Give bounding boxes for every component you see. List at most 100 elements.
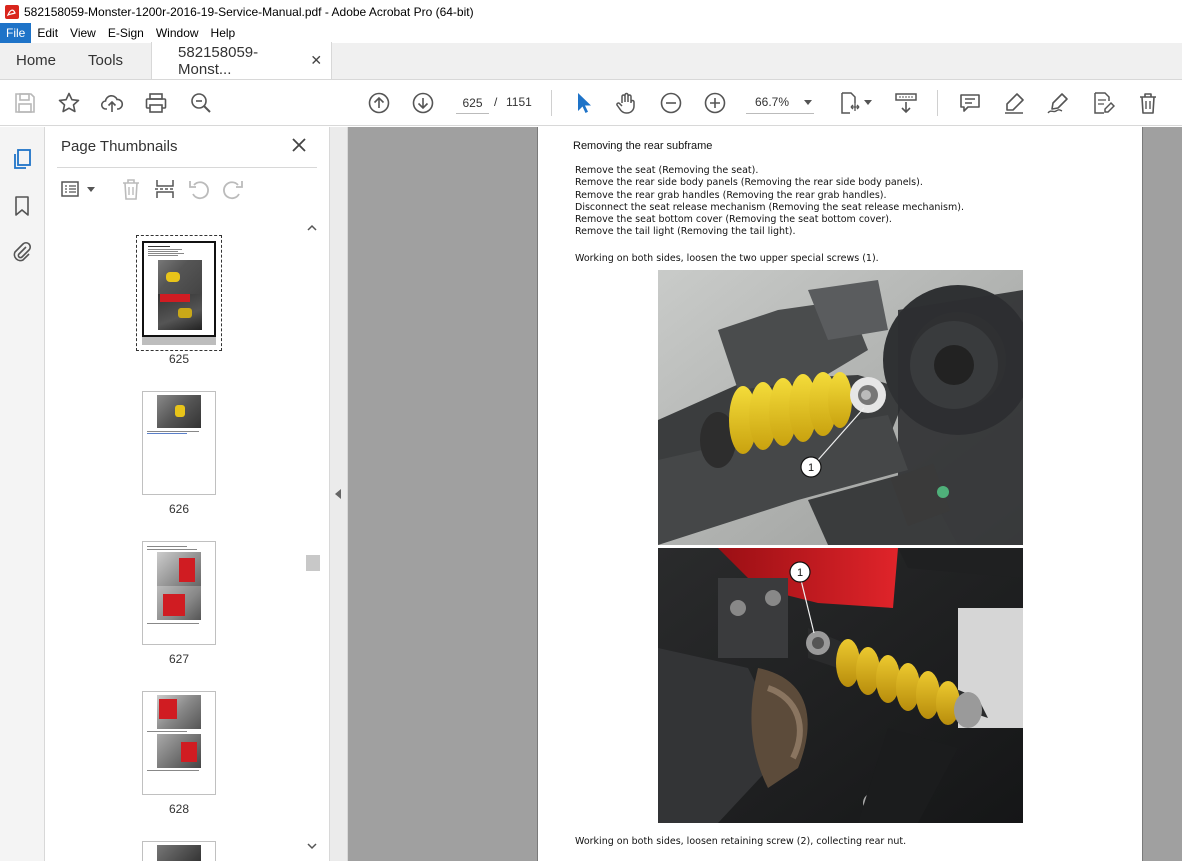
panel-divider [57,167,317,168]
title-bar: 582158059-Monster-1200r-2016-19-Service-… [0,0,1182,23]
thumbnail-view-indicator [142,337,216,345]
page-separator: / [494,95,498,109]
callout-number: 1 [797,567,803,579]
page-total: 1151 [506,95,532,109]
rotate-counterclockwise-icon[interactable] [187,177,211,201]
page-thumbnails-icon[interactable] [11,148,33,170]
step-item: Remove the rear grab handles (Removing t… [575,189,887,201]
menu-view[interactable]: View [64,23,102,43]
thumb-photo-1 [157,552,201,586]
menu-window[interactable]: Window [150,23,205,43]
collapse-arrow-icon [335,489,341,499]
scroll-mode-icon[interactable] [894,91,918,115]
hand-tool-icon[interactable] [614,91,638,115]
thumb-text-line [148,251,178,252]
step-item: Disconnect the seat release mechanism (R… [575,201,964,213]
menu-edit[interactable]: Edit [31,23,64,43]
panel-collapse-handle[interactable] [330,127,348,861]
tab-document[interactable]: 582158059-Monst... ✕ [151,42,333,79]
delete-page-icon[interactable] [119,177,143,201]
zoom-out-icon[interactable] [659,91,683,115]
tab-bar: Home Tools 582158059-Monst... ✕ [0,42,1182,80]
document-viewer[interactable]: Removing the rear subframe Remove the se… [348,127,1182,861]
tab-home[interactable]: Home [0,42,72,79]
close-tab-icon[interactable]: ✕ [310,52,322,69]
attachment-paperclip-icon[interactable] [11,241,33,263]
menu-file[interactable]: File [0,23,32,43]
zoom-search-icon[interactable] [189,91,213,115]
zoom-in-icon[interactable] [703,91,727,115]
thumbnail-629-partial[interactable] [142,841,216,861]
rotate-clockwise-icon[interactable] [221,177,245,201]
fit-page-chevron-icon[interactable] [864,100,872,105]
thumbnail-tools [45,177,330,203]
menu-esign[interactable]: E-Sign [102,23,150,43]
select-cursor-icon[interactable] [572,91,596,115]
scroll-up-icon[interactable] [307,223,317,233]
scrollbar-thumb[interactable] [306,555,320,571]
fit-page-icon[interactable] [838,91,862,115]
sign-icon[interactable] [1046,91,1070,115]
page-thumbnails-panel: Page Thumbnails 625 626 627 628 [45,127,330,861]
thumbnail-page [142,691,216,795]
zoom-level-dropdown[interactable]: 66.7% [746,92,814,114]
thumb-photo [157,395,201,428]
toolbar-divider [551,90,552,116]
extract-page-icon[interactable] [153,177,177,201]
thumbnail-label: 627 [168,652,190,666]
highlight-pen-icon[interactable] [1002,91,1026,115]
step-item: Remove the seat (Removing the seat). [575,165,759,176]
step-list: Remove the seat (Removing the seat). Rem… [575,165,964,239]
step-item: Remove the rear side body panels (Removi… [575,177,923,189]
print-icon[interactable] [144,91,168,115]
next-page-icon[interactable] [411,91,435,115]
save-icon[interactable] [13,91,37,115]
bookmark-icon[interactable] [11,195,33,217]
thumb-text-line [148,246,170,247]
toolbar-divider [937,90,938,116]
thumb-photo-2 [157,734,201,768]
thumb-photo-2 [158,294,202,330]
options-chevron-icon[interactable] [87,187,95,192]
thumb-text-line [147,549,197,550]
thumb-text-line [147,431,199,432]
thumb-text-line [148,253,184,254]
thumb-text-line [147,770,199,771]
window-title: 582158059-Monster-1200r-2016-19-Service-… [24,4,474,19]
tab-document-label: 582158059-Monst... [178,43,259,78]
pdf-page: Removing the rear subframe Remove the se… [537,127,1143,861]
thumbnail-page [142,391,216,495]
menu-bar: File Edit View E-Sign Window Help [0,23,1182,43]
star-icon[interactable] [57,91,81,115]
thumb-photo-2 [157,586,201,620]
close-panel-icon[interactable] [290,136,308,154]
photo-shock-absorber-lower: 1 [658,548,1023,823]
thumb-photo-1 [157,695,201,729]
left-navigation-rail [0,127,45,861]
delete-icon[interactable] [1136,91,1160,115]
acrobat-logo-icon [5,4,19,19]
scroll-down-icon[interactable] [307,841,317,851]
instruction-note: Working on both sides, loosen the two up… [575,253,879,264]
previous-page-icon[interactable] [367,91,391,115]
thumb-text-line [147,623,199,624]
cloud-upload-icon[interactable] [100,91,124,115]
thumb-text-line [148,249,182,250]
page-number-input[interactable] [456,92,489,114]
thumb-photo-1 [158,260,202,294]
thumb-text-line [147,546,187,547]
thumbnail-scrollbar[interactable] [303,217,321,857]
thumb-text-line [148,255,178,256]
edit-pdf-icon[interactable] [1091,91,1116,115]
tab-tools[interactable]: Tools [72,42,151,79]
comment-icon[interactable] [958,91,982,115]
thumbnail-label: 625 [168,352,190,366]
photo-shock-absorber-upper: 1 [658,270,1023,545]
menu-help[interactable]: Help [205,23,242,43]
step-item: Remove the seat bottom cover (Removing t… [575,214,892,226]
thumbnail-page [142,241,216,337]
callout-number: 1 [808,462,814,474]
section-heading: Removing the rear subframe [573,140,713,152]
thumbnail-label: 626 [168,502,190,516]
thumbnail-options-icon[interactable] [60,177,84,201]
